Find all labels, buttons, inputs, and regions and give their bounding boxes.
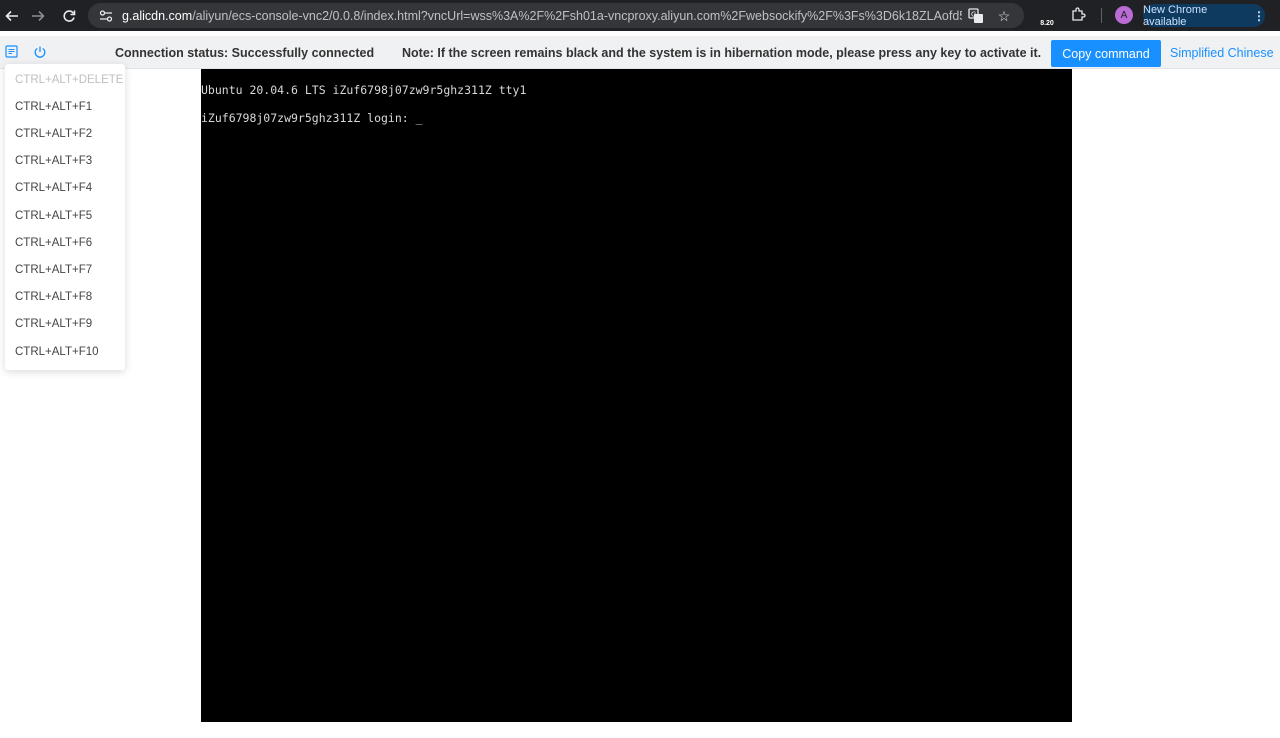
site-info-icon[interactable] (96, 6, 116, 26)
menu-item-ctrl-alt-f4[interactable]: CTRL+ALT+F4 (15, 182, 92, 194)
url-host: g.alicdn.com (122, 8, 193, 23)
profile-avatar[interactable]: A (1115, 6, 1133, 24)
hibernation-note: Note: If the screen remains black and th… (402, 46, 1042, 60)
menu-item-ctrl-alt-f1[interactable]: CTRL+ALT+F1 (15, 101, 92, 113)
svg-text:G: G (971, 11, 976, 19)
url-path: /aliyun/ecs-console-vnc2/0.0.8/index.htm… (192, 8, 962, 23)
copy-command-button[interactable]: Copy command (1051, 40, 1161, 67)
extension-icon[interactable]: 8.20 (1036, 5, 1058, 27)
language-switch-link[interactable]: Simplified Chinese (1170, 46, 1274, 60)
menu-item-ctrl-alt-f2[interactable]: CTRL+ALT+F2 (15, 128, 92, 140)
menu-item-ctrl-alt-f6[interactable]: CTRL+ALT+F6 (15, 237, 92, 249)
menu-item-ctrl-alt-f9[interactable]: CTRL+ALT+F9 (15, 318, 92, 330)
key-combination-menu: CTRL+ALT+DELETE CTRL+ALT+F1 CTRL+ALT+F2 … (5, 64, 125, 370)
extensions-puzzle-icon[interactable] (1068, 5, 1088, 25)
menu-item-ctrl-alt-f8[interactable]: CTRL+ALT+F8 (15, 291, 92, 303)
connection-status: Connection status: Successfully connecte… (115, 46, 375, 60)
forward-icon[interactable] (26, 4, 50, 28)
extension-badge: 8.20 (1039, 20, 1055, 27)
more-menu-icon: ⋮ (1253, 8, 1265, 23)
menu-item-ctrl-alt-f7[interactable]: CTRL+ALT+F7 (15, 264, 92, 276)
menu-item-ctrl-alt-f3[interactable]: CTRL+ALT+F3 (15, 155, 92, 167)
browser-toolbar: g.alicdn.com/aliyun/ecs-console-vnc2/0.0… (0, 0, 1280, 31)
menu-item-ctrl-alt-f5[interactable]: CTRL+ALT+F5 (15, 210, 92, 222)
address-bar[interactable]: g.alicdn.com/aliyun/ecs-console-vnc2/0.0… (88, 3, 1024, 28)
terminal-login-prompt: iZuf6798j07zw9r5ghz311Z login: _ (201, 111, 423, 125)
terminal-banner-line: Ubuntu 20.04.6 LTS iZuf6798j07zw9r5ghz31… (201, 83, 527, 97)
translate-icon[interactable]: G (966, 6, 986, 26)
menu-item-ctrl-alt-delete[interactable]: CTRL+ALT+DELETE (15, 74, 123, 86)
chrome-update-button[interactable]: New Chrome available ⋮ (1143, 3, 1265, 28)
bookmark-star-icon[interactable]: ☆ (994, 6, 1014, 26)
toolbar-separator (1101, 8, 1102, 23)
back-icon[interactable] (0, 4, 24, 28)
keyboard-shortcuts-icon[interactable] (5, 45, 18, 58)
menu-item-ctrl-alt-f10[interactable]: CTRL+ALT+F10 (15, 346, 99, 358)
reload-icon[interactable] (57, 4, 81, 28)
update-label: New Chrome available (1143, 3, 1208, 28)
power-icon[interactable] (33, 45, 47, 59)
url-text[interactable]: g.alicdn.com/aliyun/ecs-console-vnc2/0.0… (122, 9, 962, 23)
vnc-terminal-screen[interactable]: Ubuntu 20.04.6 LTS iZuf6798j07zw9r5ghz31… (201, 69, 1072, 722)
